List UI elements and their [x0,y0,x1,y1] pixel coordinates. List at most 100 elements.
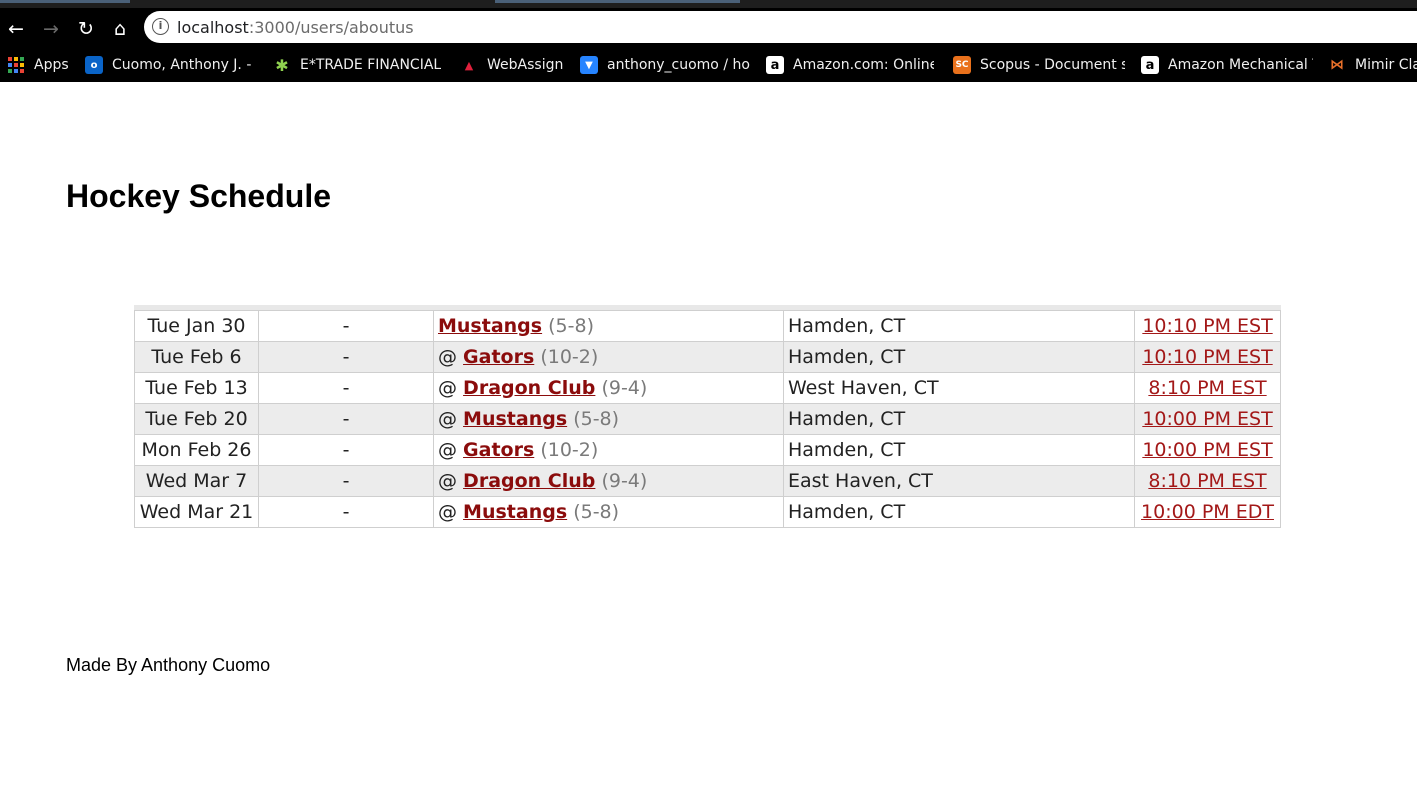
opponent-team-link[interactable]: Gators [463,439,534,461]
reload-icon[interactable]: ↻ [73,16,99,42]
game-location: Hamden, CT [783,496,1135,528]
opponent-record: (5-8) [573,501,620,523]
bookmark-webassign[interactable]: ▲ WebAssign [460,54,568,76]
bookmark-label: Amazon.com: Online [793,57,934,73]
game-time-link[interactable]: 10:10 PM EST [1142,346,1272,368]
opponent-cell: @ Dragon Club (9-4) [433,372,784,404]
schedule-table: Tue Jan 30- Mustangs (5-8) Hamden, CT 10:1… [134,310,1281,528]
game-date: Tue Jan 30 [134,310,259,342]
game-time-link[interactable]: 10:10 PM EST [1142,315,1272,337]
opponent-record: (10-2) [540,346,599,368]
game-time-cell: 10:10 PM EST [1134,341,1281,373]
opponent-record: (9-4) [601,377,648,399]
game-time-link[interactable]: 10:00 PM EST [1142,408,1272,430]
back-arrow-icon[interactable]: ← [3,16,29,42]
bookmarks-bar: Apps o Cuomo, Anthony J. - ✱ E*TRADE FIN… [0,48,1417,82]
opponent-cell: @ Dragon Club (9-4) [433,465,784,497]
opponent-record: (9-4) [601,470,648,492]
game-score: - [258,434,434,466]
away-marker: @ [438,501,457,523]
tab-strip [0,0,1417,8]
opponent-team-link[interactable]: Mustangs [438,315,542,337]
away-marker: @ [438,439,457,461]
bookmark-etrade[interactable]: ✱ E*TRADE FINANCIAL [273,54,441,76]
bookmark-scopus[interactable]: SC Scopus - Document s [953,54,1125,76]
apps-grid-icon [8,57,24,73]
game-date: Tue Feb 20 [134,403,259,435]
bookmark-bitbucket[interactable]: ▼ anthony_cuomo / ho [580,54,750,76]
opponent-record: (5-8) [548,315,594,337]
opponent-team-link[interactable]: Dragon Club [463,377,595,399]
bookmark-label: Mimir Cla [1355,57,1417,73]
game-location: East Haven, CT [783,465,1135,497]
away-marker: @ [438,408,457,430]
table-row: Tue Feb 20- @ Mustangs (5-8) Hamden, CT 10:… [134,403,1281,435]
opponent-cell: @ Gators (10-2) [433,341,784,373]
game-time-cell: 8:10 PM EST [1134,372,1281,404]
forward-arrow-icon[interactable]: → [38,16,64,42]
webassign-icon: ▲ [464,58,474,72]
opponent-record: (10-2) [540,439,599,461]
bookmark-label: anthony_cuomo / ho [607,57,750,73]
bookmark-label: Cuomo, Anthony J. - [112,57,252,73]
tab[interactable] [495,0,740,3]
opponent-team-link[interactable]: Mustangs [463,408,567,430]
game-time-link[interactable]: 10:00 PM EDT [1141,501,1274,523]
game-time-cell: 10:00 PM EST [1134,434,1281,466]
game-location: West Haven, CT [783,372,1135,404]
outlook-icon: o [85,56,103,74]
game-score: - [258,310,434,342]
game-time-cell: 10:00 PM EST [1134,403,1281,435]
url-path: :3000/users/aboutus [248,18,414,37]
game-date: Mon Feb 26 [134,434,259,466]
etrade-icon: ✱ [275,55,289,75]
game-date: Wed Mar 7 [134,465,259,497]
address-bar[interactable]: i localhost:3000/users/aboutus [144,11,1417,43]
opponent-cell: @ Mustangs (5-8) [433,403,784,435]
opponent-cell: @ Mustangs (5-8) [433,496,784,528]
bookmark-label: Amazon Mechanical T [1168,57,1313,73]
table-row: Wed Mar 21- @ Mustangs (5-8) Hamden, CT 10:… [134,496,1281,528]
opponent-team-link[interactable]: Mustangs [463,501,567,523]
table-row: Tue Jan 30- Mustangs (5-8) Hamden, CT 10:1… [134,310,1281,342]
game-location: Hamden, CT [783,341,1135,373]
opponent-record: (5-8) [573,408,620,430]
game-location: Hamden, CT [783,403,1135,435]
game-score: - [258,403,434,435]
amazon-icon: a [1141,56,1159,74]
footer-credit: Made By Anthony Cuomo [66,655,271,675]
opponent-cell: Mustangs (5-8) [433,310,784,342]
game-date: Tue Feb 6 [134,341,259,373]
url-text[interactable]: localhost:3000/users/aboutus [177,18,414,37]
game-score: - [258,465,434,497]
opponent-team-link[interactable]: Gators [463,346,534,368]
browser-toolbar: ← → ↻ ⌂ i localhost:3000/users/aboutus [0,8,1417,48]
bookmark-amazon[interactable]: a Amazon.com: Online [766,54,934,76]
table-row: Wed Mar 7- @ Dragon Club (9-4) East Haven,… [134,465,1281,497]
game-location: Hamden, CT [783,310,1135,342]
table-row: Mon Feb 26- @ Gators (10-2) Hamden, CT 10:0… [134,434,1281,466]
bookmark-amazon-mturk[interactable]: a Amazon Mechanical T [1141,54,1313,76]
table-row: Tue Feb 6- @ Gators (10-2) Hamden, CT 10:10… [134,341,1281,373]
away-marker: @ [438,470,457,492]
away-marker: @ [438,346,457,368]
mimir-icon: ⋈ [1330,57,1344,73]
bookmark-label: Scopus - Document s [980,57,1125,73]
game-date: Tue Feb 13 [134,372,259,404]
game-date: Wed Mar 21 [134,496,259,528]
game-time-cell: 10:10 PM EST [1134,310,1281,342]
game-score: - [258,341,434,373]
game-score: - [258,372,434,404]
page-title: Hockey Schedule [66,178,331,214]
opponent-team-link[interactable]: Dragon Club [463,470,595,492]
game-time-cell: 10:00 PM EDT [1134,496,1281,528]
bookmark-outlook[interactable]: o Cuomo, Anthony J. - [85,54,257,76]
game-time-link[interactable]: 10:00 PM EST [1142,439,1272,461]
info-icon[interactable]: i [152,18,169,35]
game-time-link[interactable]: 8:10 PM EST [1148,377,1266,399]
home-icon[interactable]: ⌂ [107,16,133,42]
bookmark-apps[interactable]: Apps [8,54,78,76]
tab[interactable] [0,0,130,3]
bookmark-mimir[interactable]: ⋈ Mimir Cla [1328,54,1417,76]
game-time-link[interactable]: 8:10 PM EST [1148,470,1266,492]
